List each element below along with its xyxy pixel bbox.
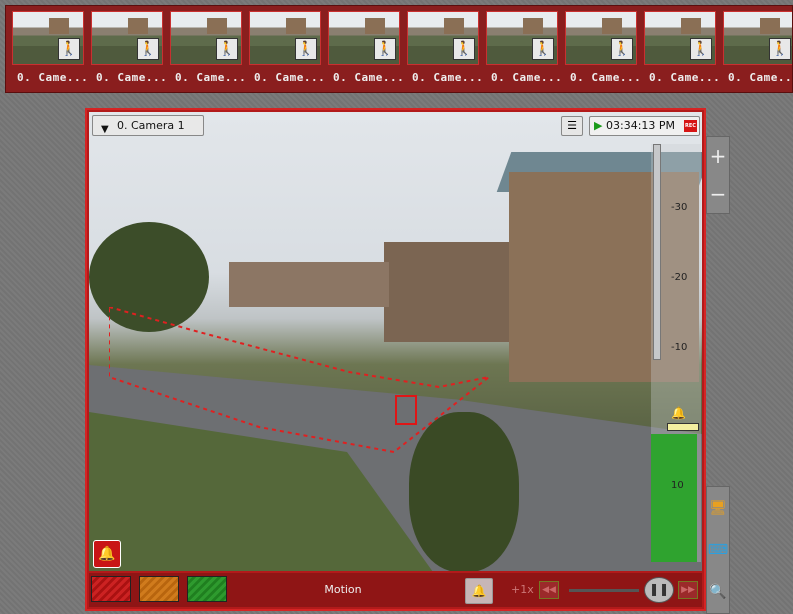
- meter-level-fill: [651, 434, 697, 562]
- person-icon: 🚶: [690, 38, 712, 60]
- mode-label: Motion: [324, 583, 362, 596]
- camera-player: ▼ 0. Camera 1 ☰ ▶ 03:34:13 PM REC -30 -2…: [85, 108, 706, 611]
- motion-detection-box: [395, 395, 417, 425]
- person-icon: 🚶: [295, 38, 317, 60]
- camera-thumbnail-strip: 🚶 0. Came... 🚶 0. Came... 🚶 0. Came... 🚶…: [5, 5, 793, 93]
- person-icon: 🚶: [611, 38, 633, 60]
- alarm-bell-icon: 🔔: [671, 406, 686, 420]
- thumbnail-label: 0. Came...: [570, 71, 642, 84]
- pause-button[interactable]: ❚❚: [644, 577, 674, 603]
- camera-thumbnail[interactable]: 🚶 0. Came...: [249, 11, 326, 89]
- rewind-icon: ◀◀: [542, 585, 556, 595]
- keyboard-icon[interactable]: ⌨: [707, 529, 729, 571]
- overlay-settings-button[interactable]: ☰: [561, 116, 583, 136]
- thumbnail-image: 🚶: [12, 11, 84, 65]
- person-icon: 🚶: [453, 38, 475, 60]
- green-filter-button[interactable]: [187, 576, 227, 602]
- zoom-in-button[interactable]: +: [707, 137, 729, 175]
- thumbnail-image: 🚶: [565, 11, 637, 65]
- person-icon: 🚶: [216, 38, 238, 60]
- alarm-toggle-button[interactable]: 🔔: [465, 578, 493, 604]
- camera-thumbnail[interactable]: 🚶 0. Came...: [723, 11, 793, 89]
- thumbnail-label: 0. Came...: [175, 71, 247, 84]
- orange-filter-button[interactable]: [139, 576, 179, 602]
- thumbnail-label: 0. Came...: [333, 71, 405, 84]
- thumbnail-label: 0. Came...: [649, 71, 721, 84]
- person-icon: 🚶: [374, 38, 396, 60]
- thumbnail-image: 🚶: [723, 11, 792, 65]
- chevron-down-icon: ▼: [101, 124, 109, 135]
- red-filter-button[interactable]: [91, 576, 131, 602]
- thumbnail-image: 🚶: [486, 11, 558, 65]
- camera-thumbnail[interactable]: 🚶 0. Came...: [91, 11, 168, 89]
- meter-tick: -20: [671, 272, 688, 283]
- camera-thumbnail[interactable]: 🚶 0. Came...: [328, 11, 405, 89]
- thumbnail-image: 🚶: [170, 11, 242, 65]
- threshold-handle[interactable]: [667, 423, 699, 431]
- camera-select[interactable]: ▼ 0. Camera 1: [92, 115, 204, 136]
- search-icon[interactable]: 🔍: [707, 571, 729, 613]
- meter-tick: -30: [671, 202, 688, 213]
- camera-thumbnail[interactable]: 🚶 0. Came...: [644, 11, 721, 89]
- person-icon: 🚶: [769, 38, 791, 60]
- meter-tick: -10: [671, 342, 688, 353]
- pause-icon: ❚❚: [648, 582, 670, 596]
- zoom-out-button[interactable]: −: [707, 175, 729, 213]
- playback-time[interactable]: ▶ 03:34:13 PM REC: [589, 116, 700, 136]
- player-control-bar: Motion 🔔 +1x ◀◀ ❚❚ ▶▶: [89, 573, 702, 607]
- person-icon: 🚶: [137, 38, 159, 60]
- time-label: 03:34:13 PM: [606, 119, 676, 132]
- zoom-toolbar: + −: [706, 136, 730, 214]
- playback-speed: +1x: [511, 583, 534, 596]
- camera-thumbnail[interactable]: 🚶 0. Came...: [12, 11, 89, 89]
- thumbnail-image: 🚶: [407, 11, 479, 65]
- motion-zone-outline: [109, 307, 490, 454]
- person-icon: 🚶: [58, 38, 80, 60]
- thumbnail-label: 0. Came...: [96, 71, 168, 84]
- thumbnail-label: 0. Came...: [17, 71, 89, 84]
- camera-select-label: 0. Camera 1: [117, 119, 185, 132]
- step-forward-button[interactable]: ▶▶: [678, 581, 698, 599]
- thumbnail-label: 0. Came...: [728, 71, 793, 84]
- rec-badge: REC: [684, 120, 697, 132]
- thumbnail-image: 🚶: [328, 11, 400, 65]
- person-icon: 🚶: [532, 38, 554, 60]
- motion-level-meter[interactable]: -30 -20 -10 10 🔔: [651, 144, 701, 562]
- video-view[interactable]: ▼ 0. Camera 1 ☰ ▶ 03:34:13 PM REC -30 -2…: [89, 112, 702, 571]
- view-toolbar: 🖥 ⌨ 🔍: [706, 486, 730, 614]
- camera-thumbnail[interactable]: 🚶 0. Came...: [565, 11, 642, 89]
- bell-icon: 🔔: [471, 584, 487, 598]
- thumbnail-image: 🚶: [91, 11, 163, 65]
- thumbnail-image: 🚶: [644, 11, 716, 65]
- fast-forward-icon: ▶▶: [681, 585, 695, 595]
- play-icon: ▶: [594, 119, 603, 132]
- step-back-button[interactable]: ◀◀: [539, 581, 559, 599]
- bell-icon: 🔔: [98, 546, 116, 562]
- alarm-button[interactable]: 🔔: [93, 540, 121, 568]
- thumbnail-image: 🚶: [249, 11, 321, 65]
- camera-thumbnail[interactable]: 🚶 0. Came...: [170, 11, 247, 89]
- meter-tick: 10: [671, 480, 684, 491]
- camera-thumbnail[interactable]: 🚶 0. Came...: [486, 11, 563, 89]
- thumbnail-label: 0. Came...: [491, 71, 563, 84]
- thumbnail-label: 0. Came...: [412, 71, 484, 84]
- playback-slider[interactable]: [569, 589, 639, 592]
- meter-track: [653, 144, 661, 360]
- monitor-icon[interactable]: 🖥: [707, 487, 729, 529]
- thumbnail-label: 0. Came...: [254, 71, 326, 84]
- camera-thumbnail[interactable]: 🚶 0. Came...: [407, 11, 484, 89]
- list-edit-icon: ☰: [567, 119, 577, 132]
